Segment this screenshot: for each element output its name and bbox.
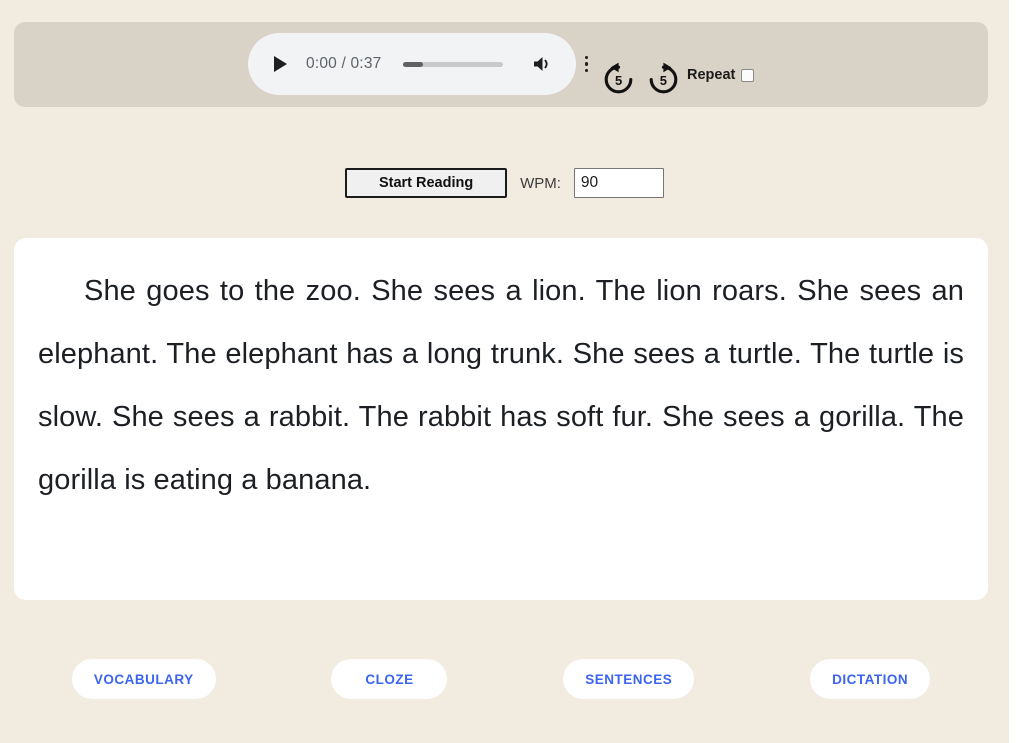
cloze-button[interactable]: CLOZE	[331, 659, 448, 699]
audio-player-controls: 0:00 / 0:37	[248, 33, 589, 95]
repeat-label: Repeat	[687, 67, 736, 83]
forward-5-icon[interactable]: 5	[646, 62, 681, 97]
reading-controls-row: Start Reading WPM:	[0, 168, 1009, 198]
audio-player-panel: 0:00 / 0:37 5 5 Repeat	[14, 22, 988, 107]
kebab-dot	[584, 62, 589, 66]
play-icon[interactable]	[270, 53, 290, 75]
dictation-button[interactable]: DICTATION	[810, 659, 931, 699]
repeat-checkbox[interactable]	[741, 68, 755, 82]
replay-5-icon[interactable]: 5	[601, 62, 636, 97]
speaker-icon[interactable]	[531, 52, 555, 76]
reading-passage-card: She goes to the zoo. She sees a lion. Th…	[14, 238, 988, 600]
forward-5-label: 5	[660, 73, 667, 88]
audio-progress-fill	[403, 61, 424, 67]
kebab-menu-icon[interactable]	[577, 52, 595, 76]
start-reading-button[interactable]: Start Reading	[345, 168, 508, 198]
kebab-dot	[584, 68, 589, 73]
app-root: 0:00 / 0:37 5 5 Repeat Start Reading WPM…	[0, 0, 1009, 743]
repeat-control: Repeat	[687, 67, 755, 83]
reading-passage-text: She goes to the zoo. She sees a lion. Th…	[38, 275, 964, 496]
sentences-button[interactable]: SENTENCES	[563, 659, 695, 699]
audio-progress-slider[interactable]	[403, 61, 504, 67]
activity-buttons-row: VOCABULARY CLOZE SENTENCES DICTATION	[14, 659, 988, 699]
scrollbar-gutter[interactable]	[1009, 0, 1024, 743]
kebab-dot	[584, 55, 589, 60]
wpm-input[interactable]	[573, 168, 664, 198]
replay-5-label: 5	[615, 73, 622, 88]
vocabulary-button[interactable]: VOCABULARY	[71, 659, 216, 699]
play-triangle	[273, 56, 287, 72]
audio-time-display: 0:00 / 0:37	[306, 55, 382, 72]
wpm-label: WPM:	[520, 174, 561, 192]
